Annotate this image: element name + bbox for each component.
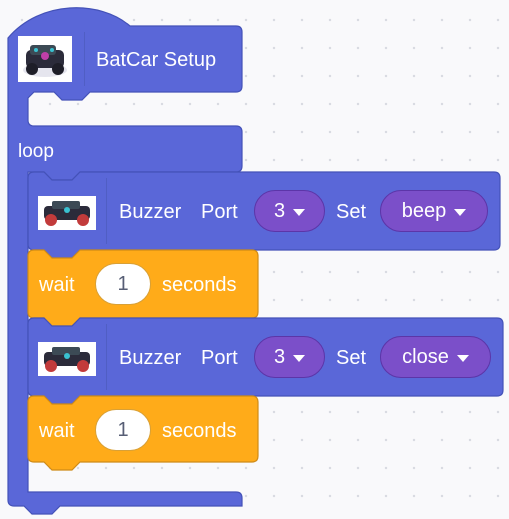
buzzer-1-label: Buzzer — [119, 201, 182, 223]
buzzer-1-port-label: Port — [201, 201, 238, 223]
buzzer-1-port-dropdown[interactable]: 3 — [254, 190, 325, 232]
hat-label: BatCar Setup — [96, 49, 217, 71]
buzzer-2-set-value: close — [402, 345, 449, 368]
robot-car-icon — [18, 36, 72, 82]
buzzer-1-set-value: beep — [401, 199, 447, 222]
robot-car-icon — [38, 342, 96, 376]
buzzer-2-set-dropdown[interactable]: close — [380, 336, 491, 378]
wait-1-unit-label: seconds — [162, 274, 237, 296]
buzzer-1-port-value: 3 — [273, 199, 286, 222]
buzzer-2-port-dropdown[interactable]: 3 — [254, 336, 325, 378]
wait-1-label: wait — [39, 274, 75, 296]
loop-label: loop — [18, 141, 54, 162]
caret-down-icon — [454, 208, 467, 216]
buzzer-2-label: Buzzer — [119, 347, 182, 369]
buzzer-1-set-label: Set — [336, 201, 367, 223]
buzzer-1-separator — [106, 178, 107, 244]
buzzer-2-port-value: 3 — [273, 345, 286, 368]
buzzer-2-set-label: Set — [336, 347, 367, 369]
robot-car-icon — [38, 196, 96, 230]
buzzer-2-separator — [106, 324, 107, 390]
caret-down-icon — [456, 354, 469, 362]
caret-down-icon — [293, 208, 306, 216]
wait-2-label: wait — [39, 420, 75, 442]
wait-2-seconds-input[interactable]: 1 — [95, 409, 151, 451]
hat-separator — [84, 32, 85, 86]
buzzer-1-set-dropdown[interactable]: beep — [380, 190, 488, 232]
buzzer-2-port-label: Port — [201, 347, 238, 369]
caret-down-icon — [293, 354, 306, 362]
wait-2-unit-label: seconds — [162, 420, 237, 442]
wait-1-seconds-input[interactable]: 1 — [95, 263, 151, 305]
